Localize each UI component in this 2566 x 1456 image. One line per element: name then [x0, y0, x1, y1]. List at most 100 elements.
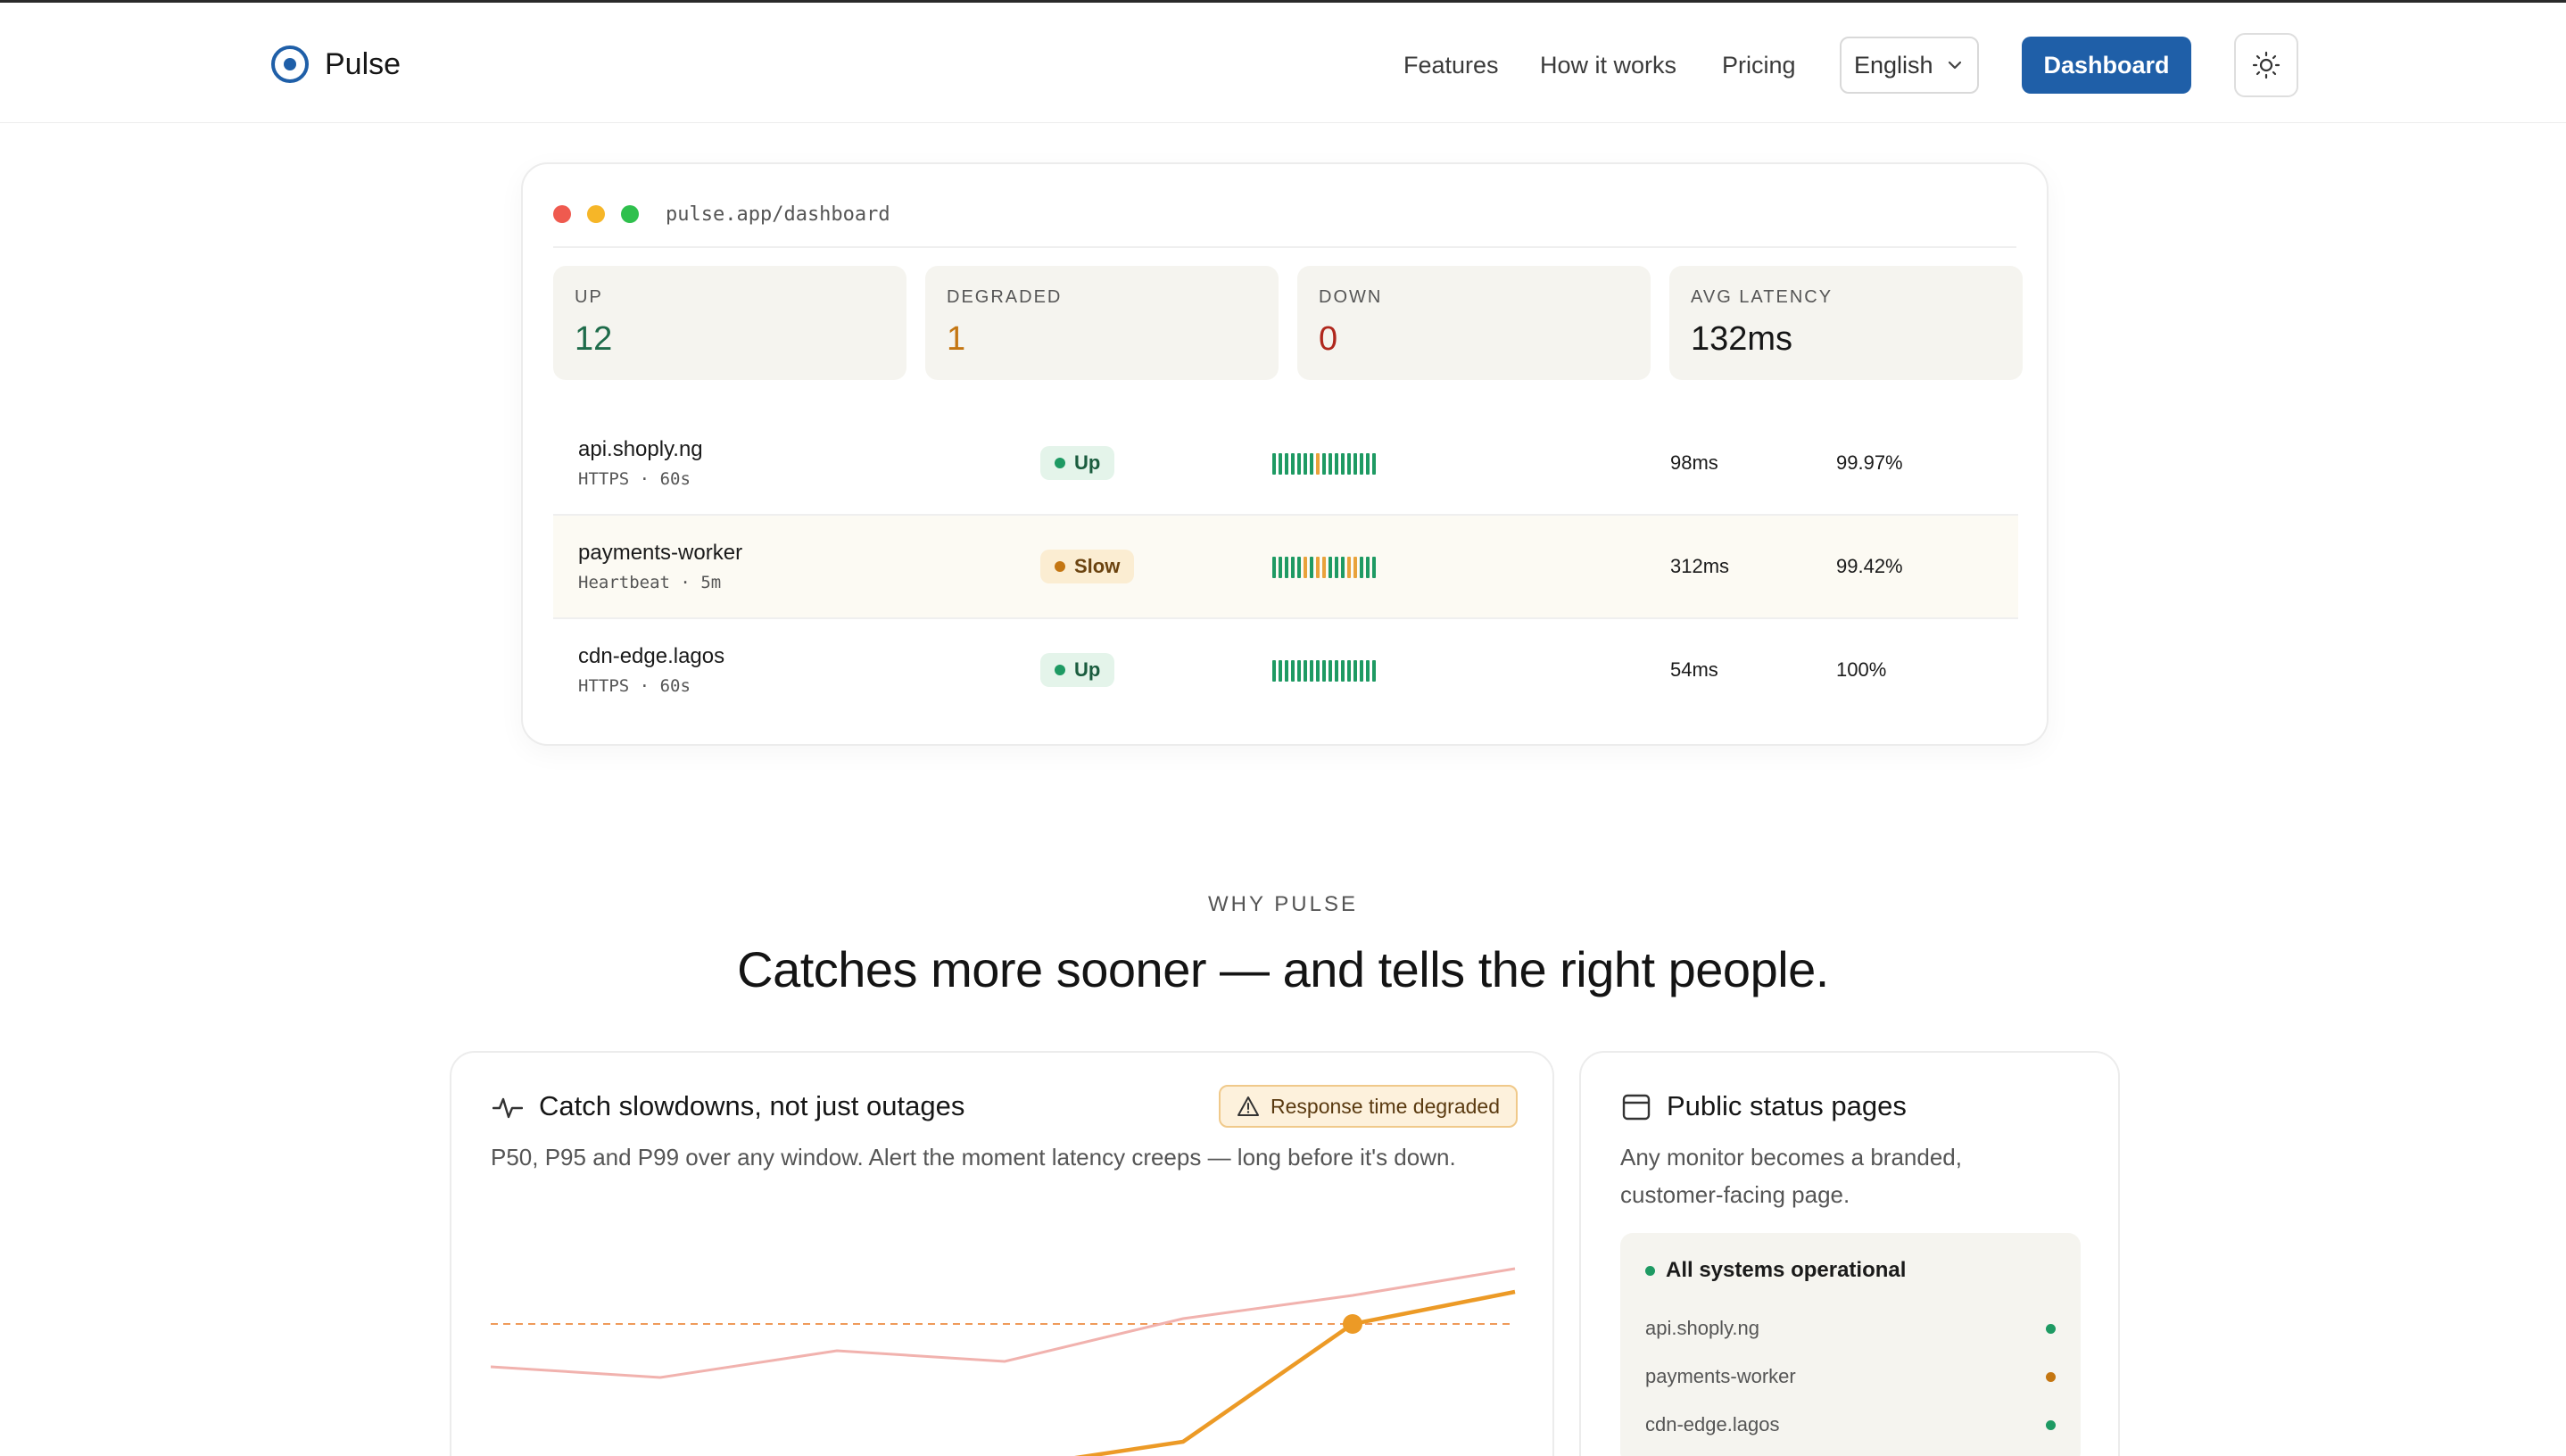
- monitor-meta: HTTPS · 60s: [578, 676, 691, 696]
- status-dot-icon: [1055, 561, 1065, 572]
- uptime-bar: [1341, 557, 1345, 578]
- monitor-uptime: 99.42%: [1836, 555, 1903, 577]
- nav-links-3: Pricing: [1722, 37, 1796, 94]
- stat-value: 1: [947, 320, 966, 358]
- uptime-bar: [1335, 557, 1338, 578]
- uptime-bar: [1316, 557, 1320, 578]
- activity-icon: [493, 1097, 523, 1119]
- uptime-bar: [1279, 453, 1282, 475]
- feature-card-latency: Catch slowdowns, not just outages Respon…: [450, 1051, 1554, 1456]
- top-navigation: Pulse Features How it works Pricing Engl…: [0, 0, 2566, 123]
- uptime-history-bars: [1272, 557, 1376, 578]
- uptime-bar: [1272, 453, 1276, 475]
- uptime-history-bars: [1272, 453, 1376, 475]
- status-item: cdn-edge.lagos: [1645, 1413, 2056, 1436]
- uptime-bar: [1316, 660, 1320, 682]
- uptime-bar: [1322, 453, 1326, 475]
- stat-card-degraded: DEGRADED 1: [925, 266, 1279, 380]
- pulse-logo-icon: [271, 46, 309, 83]
- stat-value: 0: [1319, 320, 1338, 358]
- monitor-uptime: 99.97%: [1836, 451, 1903, 474]
- stat-card-up: UP 12: [553, 266, 906, 380]
- brand-name: Pulse: [325, 46, 401, 81]
- feature-card-status-pages: Public status pages Any monitor becomes …: [1579, 1051, 2120, 1456]
- uptime-bar: [1272, 557, 1276, 578]
- monitor-row[interactable]: payments-worker Heartbeat · 5m Slow 312m…: [553, 516, 2018, 619]
- status-dot-icon: [1645, 1265, 1655, 1276]
- uptime-bar: [1372, 660, 1376, 682]
- section-eyebrow: WHY PULSE: [1208, 892, 1358, 916]
- stat-label: UP: [575, 287, 603, 307]
- uptime-bar: [1310, 557, 1313, 578]
- uptime-bar: [1304, 453, 1307, 475]
- nav-link-features[interactable]: Features: [1403, 52, 1499, 79]
- brand-logo[interactable]: Pulse: [271, 46, 401, 83]
- theme-toggle-button[interactable]: [2234, 33, 2298, 97]
- monitor-row[interactable]: api.shoply.ng HTTPS · 60s Up 98ms 99.97%: [553, 412, 2018, 516]
- uptime-bar: [1329, 660, 1332, 682]
- uptime-bar: [1304, 557, 1307, 578]
- feature-title: Catch slowdowns, not just outages: [539, 1090, 965, 1121]
- monitor-meta: Heartbeat · 5m: [578, 573, 722, 592]
- degraded-badge-label: Response time degraded: [1271, 1094, 1500, 1118]
- uptime-bar: [1310, 660, 1313, 682]
- threshold-crossing-point: [1343, 1314, 1362, 1334]
- uptime-bar: [1360, 453, 1363, 475]
- overall-status: All systems operational: [1645, 1258, 1906, 1283]
- status-badge: Slow: [1040, 550, 1135, 583]
- stat-card-avg-latency: AVG LATENCY 132ms: [1669, 266, 2023, 380]
- uptime-bar: [1360, 660, 1363, 682]
- monitor-name: api.shoply.ng: [578, 437, 703, 461]
- uptime-bar: [1353, 660, 1357, 682]
- uptime-history-bars: [1272, 660, 1376, 682]
- uptime-bar: [1366, 453, 1370, 475]
- uptime-bar: [1353, 557, 1357, 578]
- nav-link-how-it-works[interactable]: How it works: [1540, 52, 1676, 79]
- uptime-bar: [1285, 660, 1288, 682]
- uptime-bar: [1347, 660, 1351, 682]
- monitor-name: payments-worker: [578, 541, 743, 565]
- uptime-bar: [1322, 557, 1326, 578]
- uptime-bar: [1366, 660, 1370, 682]
- uptime-bar: [1285, 453, 1288, 475]
- uptime-bar: [1347, 557, 1351, 578]
- p95-line: [1074, 1289, 1516, 1456]
- uptime-bar: [1341, 660, 1345, 682]
- status-dot-icon: [2046, 1324, 2056, 1334]
- latency-chart: [491, 1267, 1516, 1456]
- uptime-bar: [1322, 660, 1326, 682]
- status-item: api.shoply.ng: [1645, 1317, 2056, 1340]
- language-select[interactable]: English: [1840, 37, 1979, 94]
- window-maximize-dot: [621, 205, 639, 223]
- monitor-row[interactable]: cdn-edge.lagos HTTPS · 60s Up 54ms 100%: [553, 619, 2018, 723]
- status-item: payments-worker: [1645, 1365, 2056, 1388]
- feature-description: Any monitor becomes a branded, customer-…: [1620, 1144, 1962, 1208]
- dashboard-button[interactable]: Dashboard: [2022, 37, 2191, 94]
- browser-bar: pulse.app/dashboard: [553, 203, 2016, 248]
- uptime-bar: [1335, 660, 1338, 682]
- uptime-bar: [1372, 453, 1376, 475]
- uptime-bar: [1297, 660, 1301, 682]
- sun-icon: [2252, 51, 2280, 79]
- nav-link-pricing[interactable]: Pricing: [1722, 52, 1796, 79]
- window-minimize-dot: [587, 205, 605, 223]
- monitor-uptime: 100%: [1836, 658, 1887, 681]
- uptime-bar: [1335, 453, 1338, 475]
- status-dot-icon: [2046, 1420, 2056, 1430]
- status-dot-icon: [2046, 1372, 2056, 1382]
- feature-title: Public status pages: [1667, 1090, 1907, 1121]
- status-dot-icon: [1055, 665, 1065, 675]
- stat-value: 132ms: [1691, 320, 1793, 358]
- monitor-latency: 54ms: [1670, 658, 1718, 681]
- status-badge: Up: [1040, 653, 1115, 687]
- nav-links-2: How it works: [1540, 37, 1676, 94]
- stat-label: DEGRADED: [947, 287, 1063, 307]
- language-value: English: [1854, 51, 1933, 79]
- monitor-latency: 312ms: [1670, 555, 1730, 577]
- window-close-dot: [553, 205, 571, 223]
- uptime-bar: [1341, 453, 1345, 475]
- browser-url: pulse.app/dashboard: [666, 203, 890, 226]
- chevron-down-icon: [1948, 61, 1961, 70]
- uptime-bar: [1329, 453, 1332, 475]
- stat-value: 12: [575, 320, 613, 358]
